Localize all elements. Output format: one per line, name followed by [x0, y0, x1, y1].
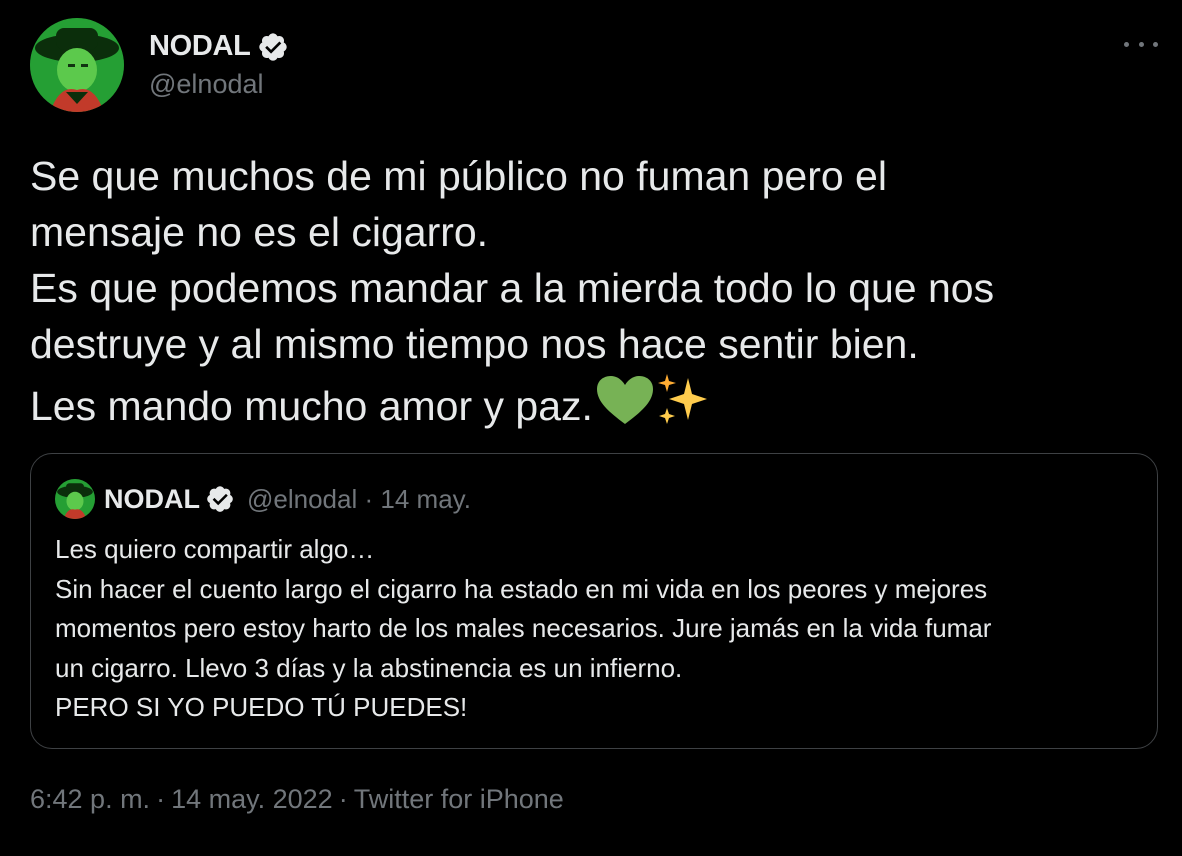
tweet-date[interactable]: 14 may. 2022	[171, 784, 333, 814]
quoted-handle: @elnodal	[247, 483, 358, 514]
sparkles-icon	[657, 374, 707, 424]
quoted-display-name: NODAL	[104, 483, 200, 514]
author-handle[interactable]: @elnodal	[149, 69, 289, 100]
green-heart-icon	[596, 376, 653, 424]
tweet-footer: 6:42 p. m. · 14 may. 2022 · Twitter for iPho…	[30, 784, 564, 815]
verified-badge-icon	[258, 32, 287, 61]
author-display-name[interactable]: NODAL	[149, 30, 251, 63]
author-name-row[interactable]: NODAL	[149, 30, 289, 63]
tweet-text: Se que muchos de mi público no fuman per…	[30, 148, 1160, 434]
quoted-tweet-text: Les quiero compartir algo… Sin hacer el …	[55, 534, 992, 722]
author-names: NODAL @elnodal	[149, 30, 289, 100]
tweet: NODAL @elnodal Se que muchos de mi públi…	[0, 0, 1182, 856]
more-dot	[1138, 41, 1144, 47]
more-options-icon[interactable]	[1124, 30, 1158, 58]
quoted-avatar	[55, 479, 95, 519]
quoted-tweet[interactable]: NODAL @elnodal · 14 may. Les quiero comp…	[30, 453, 1158, 749]
quoted-separator: ·	[364, 483, 374, 514]
quoted-date: 14 may.	[380, 483, 471, 514]
tweet-header: NODAL @elnodal	[30, 18, 289, 112]
quoted-meta: @elnodal · 14 may.	[247, 484, 471, 515]
footer-separator: ·	[156, 784, 166, 814]
verified-badge-icon	[207, 486, 233, 512]
tweet-source[interactable]: Twitter for iPhone	[354, 784, 564, 814]
more-dot	[1124, 41, 1129, 47]
avatar[interactable]	[30, 18, 124, 112]
tweet-text-content: Se que muchos de mi público no fuman per…	[30, 153, 995, 429]
more-dot	[1153, 41, 1158, 47]
footer-separator: ·	[338, 784, 348, 814]
tweet-time[interactable]: 6:42 p. m.	[30, 784, 150, 814]
quoted-tweet-header: NODAL @elnodal · 14 may.	[55, 479, 471, 519]
